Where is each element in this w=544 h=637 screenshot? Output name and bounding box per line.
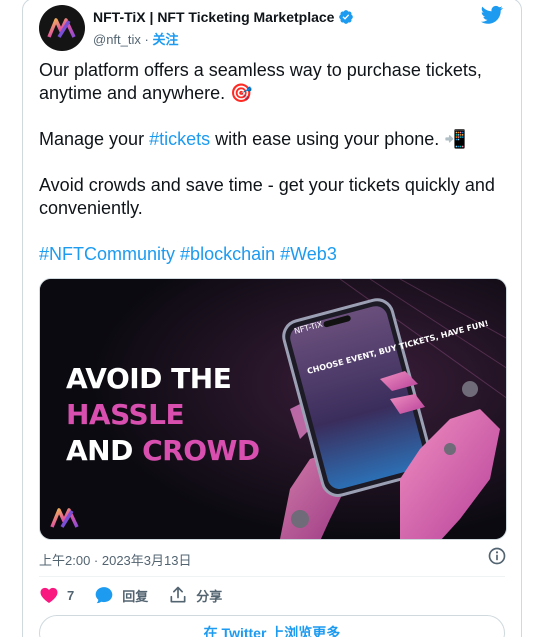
tweet-media-image[interactable]: NFT-TiX CHOOSE EVENT, BUY TICKETS, HAVE … [39,278,507,540]
hashtag-blockchain[interactable]: #blockchain [180,244,275,264]
info-icon[interactable] [487,546,507,566]
hashtag-nftcommunity[interactable]: #NFTCommunity [39,244,175,264]
target-emoji-icon: 🎯 [230,83,253,103]
media-headline: AVOID THE HASSLE AND CROWD [66,361,260,469]
share-upload-icon [170,586,186,603]
tweet-line-3: Avoid crowds and save time - get your ti… [39,175,495,218]
share-button[interactable]: 分享 [168,585,222,605]
account-name[interactable]: NFT-TiX | NFT Ticketing Marketplace [93,9,334,25]
hashtag-web3[interactable]: #Web3 [280,244,337,264]
share-label: 分享 [196,588,223,604]
follow-button[interactable]: 关注 [152,32,178,47]
reply-button[interactable]: 回复 [94,585,148,605]
hashtag-row: #NFTCommunity #blockchain #Web3 [39,243,509,266]
tweet-line-1: Our platform offers a seamless way to pu… [39,60,482,103]
tweet-header: NFT-TiX | NFT Ticketing Marketplace @nft… [39,5,505,51]
view-more-on-twitter-button[interactable]: 在 Twitter 上浏览更多 [39,615,505,637]
divider [39,576,505,577]
separator: · [144,32,149,47]
tweet-line-2-suffix: with ease using your phone. [210,129,440,149]
headline-line-1: AVOID THE [66,362,232,395]
heart-icon [40,587,58,603]
handle-row: @nft_tix · 关注 [93,29,179,48]
headline-line-3b: CROWD [142,434,260,467]
tweet-line-2-prefix: Manage your [39,129,150,149]
tweet-card: NFT-TiX | NFT Ticketing Marketplace @nft… [22,0,522,637]
reply-bubble-icon [95,587,113,604]
tweet-text: Our platform offers a seamless way to pu… [39,59,509,289]
action-bar: 7 回复 分享 [39,585,242,605]
headline-line-3a: AND [66,434,143,467]
hashtag-tickets[interactable]: #tickets [149,129,210,149]
verified-badge-icon [339,10,354,24]
like-button[interactable]: 7 [39,585,74,605]
reply-label: 回复 [122,588,149,604]
avatar[interactable] [39,5,85,51]
twitter-bird-icon[interactable] [481,5,503,25]
tweet-timestamp[interactable]: 上午2:00 · 2023年3月13日 [39,550,191,569]
like-count: 7 [67,587,75,603]
headline-line-2: HASSLE [66,398,185,431]
nft-tix-logo-icon [47,18,76,38]
media-logo-icon [50,508,79,528]
account-handle[interactable]: @nft_tix [93,32,141,47]
phone-emoji-icon: 📲 [444,129,467,149]
